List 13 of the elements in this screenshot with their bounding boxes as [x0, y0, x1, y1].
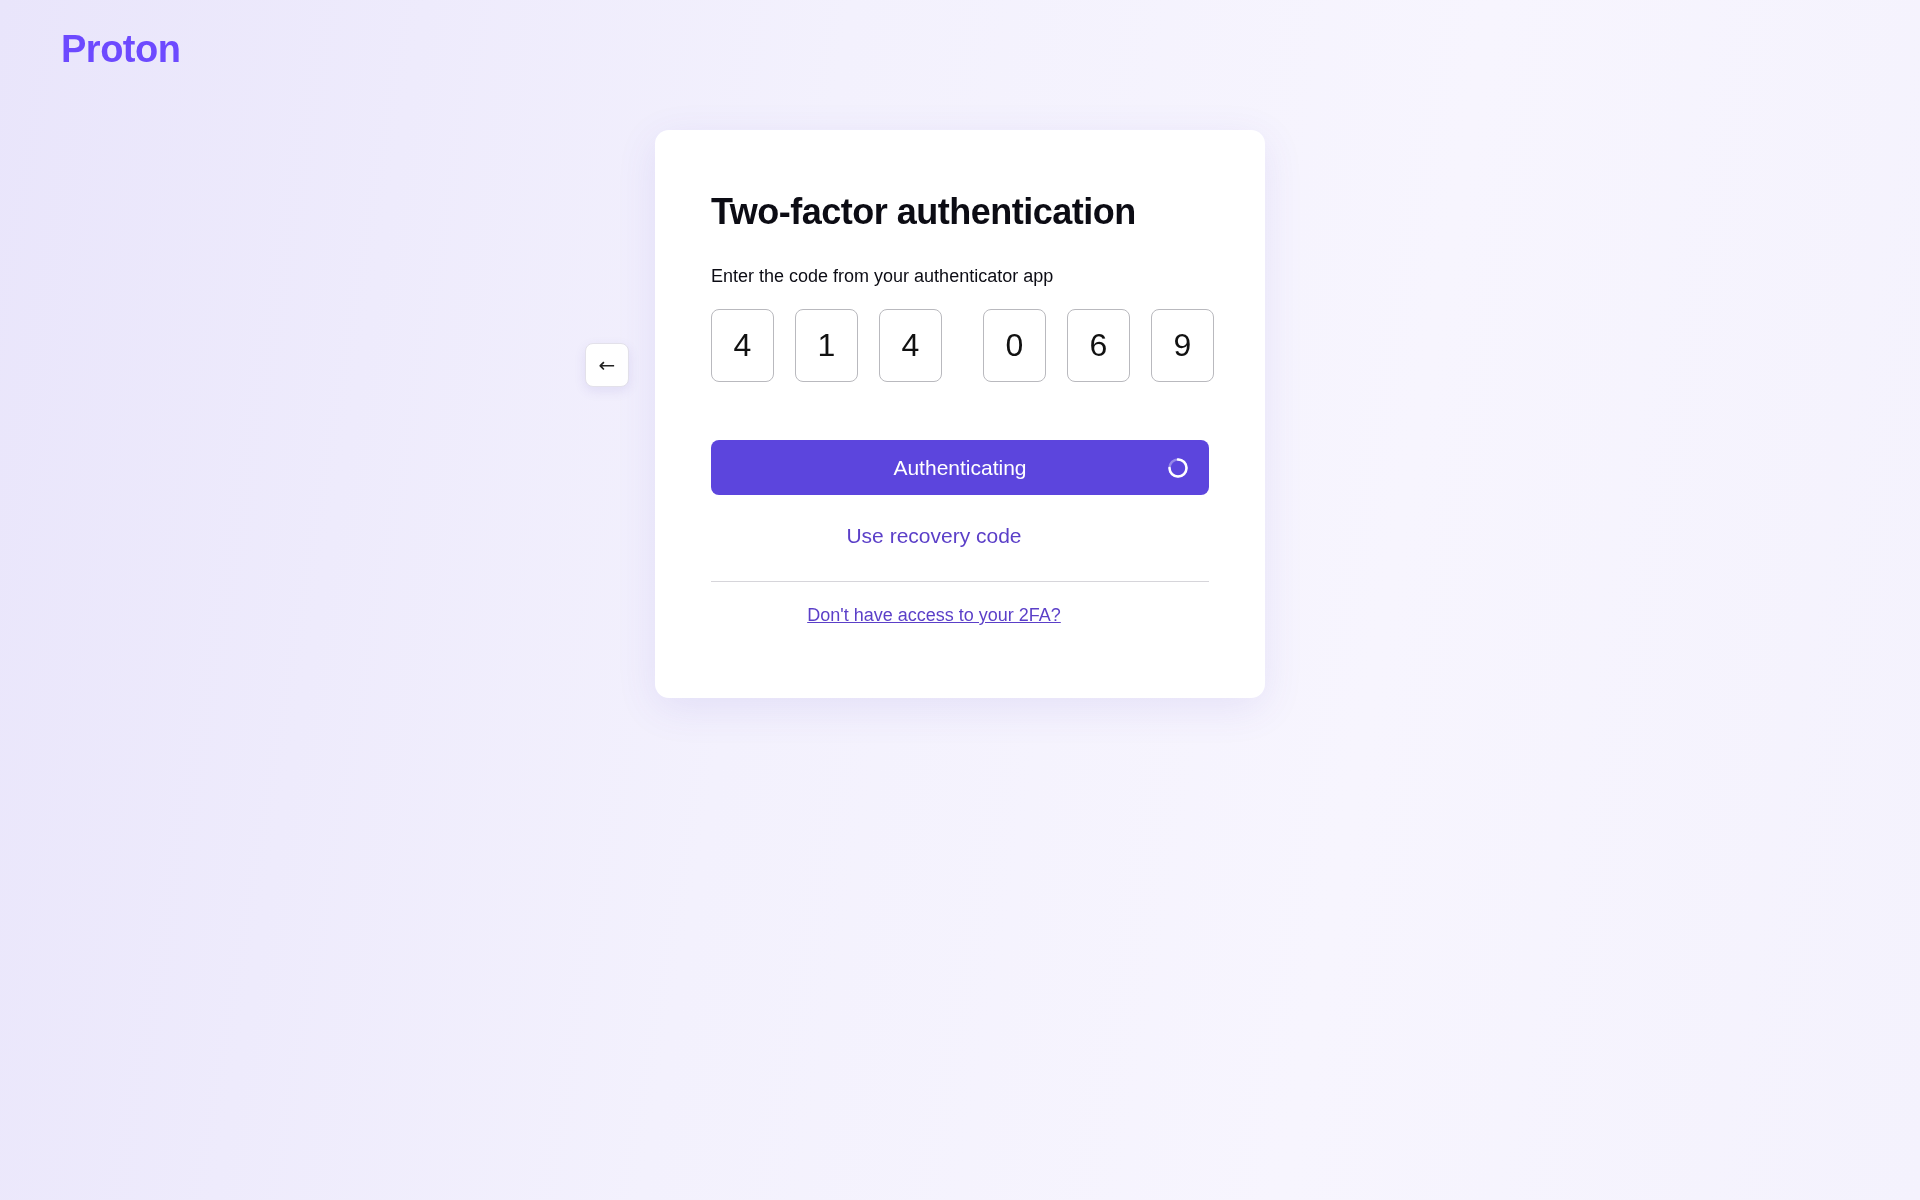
logo: Proton [61, 33, 181, 65]
code-digit-field[interactable]: 9 [1151, 309, 1214, 382]
recovery-code-link[interactable]: Use recovery code [846, 523, 1022, 549]
code-digit-field[interactable]: 6 [1067, 309, 1130, 382]
title: Two-factor authentication [711, 190, 1137, 234]
code-digit-field[interactable]: 4 [711, 309, 774, 382]
code-digit-field[interactable]: 0 [983, 309, 1046, 382]
authenticate-button[interactable]: Authenticating [711, 440, 1209, 495]
back-button[interactable]: ← [585, 343, 629, 387]
instruction-text: Enter the code from your authenticator app [711, 265, 1055, 288]
code-digit-field[interactable]: 1 [795, 309, 858, 382]
code-digit-field[interactable]: 4 [879, 309, 942, 382]
help-link[interactable]: Don't have access to your 2FA? [807, 603, 1061, 627]
